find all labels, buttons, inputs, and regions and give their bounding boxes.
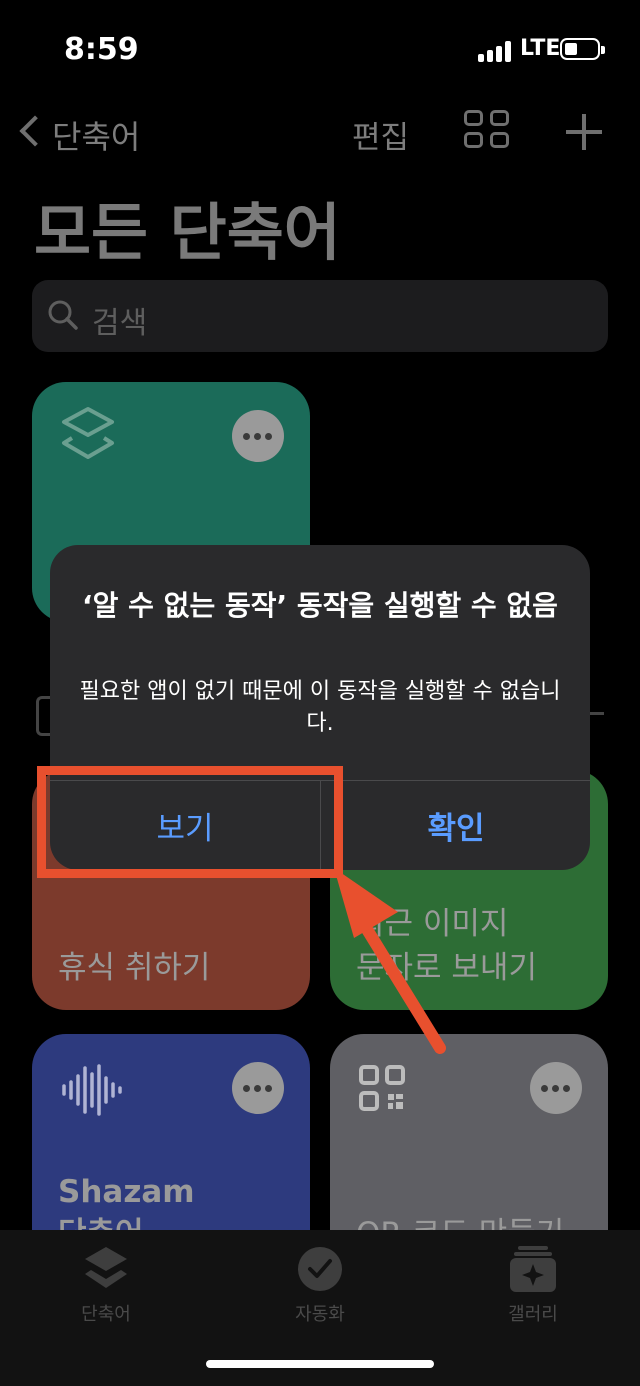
home-indicator — [206, 1360, 434, 1368]
card-label-rest: 휴식 취하기 — [58, 950, 211, 986]
add-shortcut-icon[interactable] — [566, 114, 602, 150]
page-title: 모든 단축어 — [34, 196, 341, 269]
search-placeholder: 검색 — [92, 306, 148, 341]
more-options-button[interactable] — [232, 410, 284, 462]
tab-automation[interactable]: 자동화 — [250, 1300, 390, 1326]
status-time: 8:59 — [64, 32, 139, 67]
back-button[interactable]: 단축어 — [18, 112, 140, 158]
card-label-shazam-1: Shazam — [58, 1174, 195, 1210]
tab-gallery[interactable]: 갤러리 — [463, 1300, 603, 1326]
edit-button[interactable]: 편집 — [352, 112, 409, 157]
grid-view-icon[interactable] — [464, 110, 512, 150]
confirm-button[interactable]: 확인 — [321, 781, 591, 870]
more-options-button[interactable] — [530, 1062, 582, 1114]
shortcuts-app-icon — [62, 407, 114, 459]
back-label: 단축어 — [52, 118, 141, 156]
cellular-signal-icon — [478, 40, 514, 62]
annotation-arrow-icon — [334, 868, 446, 1054]
alert-message: 필요한 앱이 없기 때문에 이 동작을 실행할 수 없습니다. — [79, 679, 561, 736]
shortcuts-tab-icon — [85, 1247, 127, 1288]
more-options-button[interactable] — [232, 1062, 284, 1114]
section-add-icon[interactable] — [590, 712, 604, 715]
chevron-left-icon — [19, 115, 51, 147]
network-type: LTE — [520, 36, 561, 61]
annotation-highlight-box — [37, 766, 343, 878]
waveform-icon — [62, 1064, 122, 1116]
battery-icon — [560, 38, 605, 60]
card-label-qr: QR 코드 만들기 — [356, 1212, 564, 1230]
qr-code-icon — [359, 1065, 405, 1111]
tab-shortcuts[interactable]: 단축어 — [36, 1300, 176, 1326]
alert-title: ‘알 수 없는 동작’ 동작을 실행할 수 없음 — [82, 589, 558, 622]
search-icon — [48, 300, 78, 330]
automation-tab-icon — [298, 1247, 342, 1291]
card-label-shazam-2: 단축어 — [58, 1212, 144, 1230]
gallery-tab-icon — [510, 1246, 556, 1292]
